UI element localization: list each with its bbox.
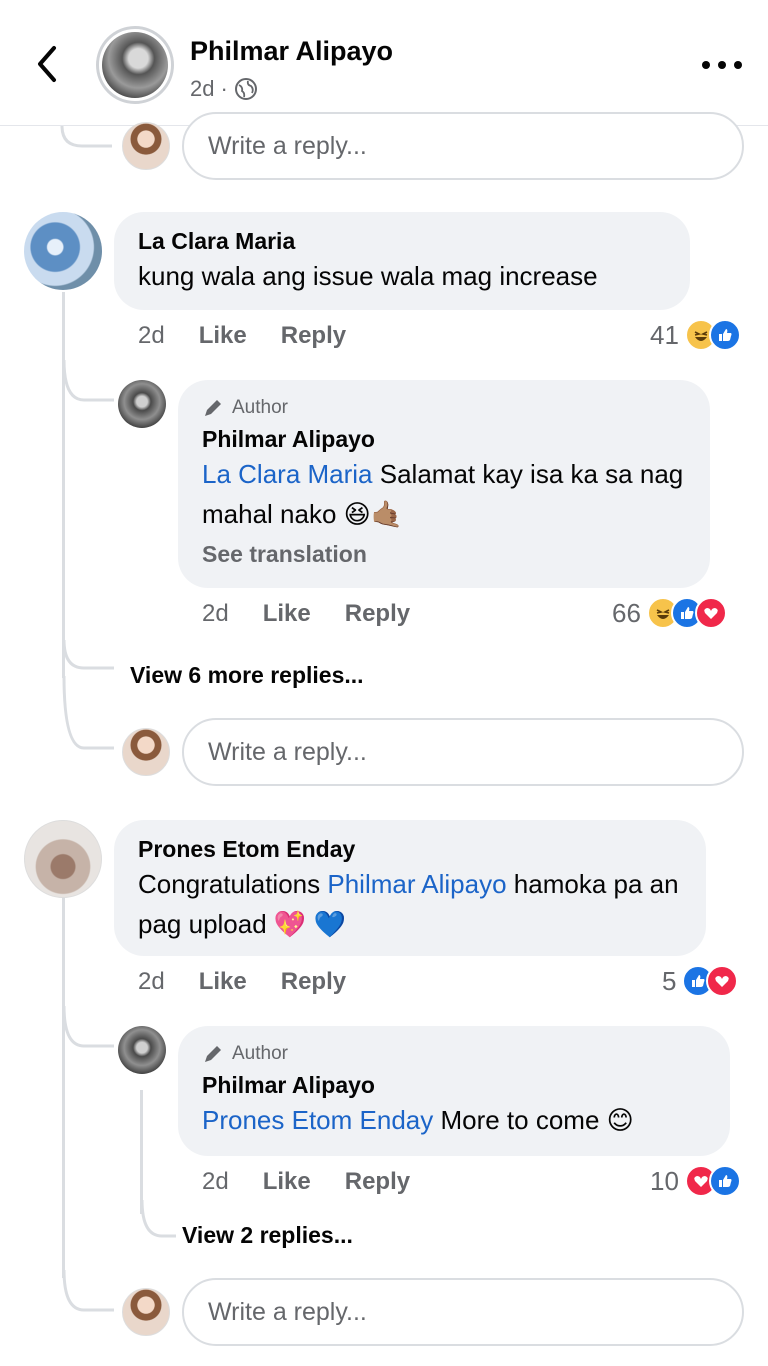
thread-connector [62, 1270, 114, 1312]
author-avatar[interactable] [96, 26, 174, 104]
reply-time: 2d [202, 600, 229, 627]
comment-actions: 2d Like Reply [138, 322, 346, 350]
reply-text-body: More to come [440, 1105, 600, 1135]
comment-bubble[interactable]: Prones Etom Enday Congratulations Philma… [114, 820, 706, 956]
reply-emoji: 😆🤙🏽 [343, 499, 404, 529]
thread-line [62, 292, 65, 678]
post-time: 2d [190, 76, 215, 101]
reply-input[interactable]: Write a reply... [182, 718, 744, 786]
reply-actions: 2d Like Reply [202, 1168, 410, 1196]
view-more-replies-link[interactable]: View 6 more replies... [130, 662, 364, 689]
like-button[interactable]: Like [263, 600, 311, 628]
reply-button[interactable]: Reply [281, 322, 346, 350]
author-name[interactable]: Philmar Alipayo [190, 36, 393, 67]
reaction-summary[interactable]: 66 [612, 596, 727, 630]
comment-author[interactable]: La Clara Maria [138, 226, 666, 256]
view-replies-link[interactable]: View 2 replies... [182, 1222, 353, 1249]
reaction-summary[interactable]: 41 [650, 318, 741, 352]
like-button[interactable]: Like [199, 968, 247, 996]
comment-bubble[interactable]: La Clara Maria kung wala ang issue wala … [114, 212, 690, 310]
reaction-count: 10 [650, 1165, 679, 1196]
more-options-icon[interactable] [700, 58, 744, 72]
meta-separator: · [220, 76, 228, 101]
comment-time: 2d [138, 968, 165, 995]
reaction-count: 5 [662, 965, 677, 996]
my-avatar [122, 122, 170, 170]
thread-line [140, 1090, 143, 1214]
thread-connector [62, 360, 114, 402]
thread-connector [62, 676, 114, 750]
globe-icon [234, 78, 257, 100]
pencil-icon [205, 400, 221, 416]
comment-author[interactable]: Prones Etom Enday [138, 834, 682, 864]
reply-author[interactable]: Philmar Alipayo [202, 424, 686, 454]
thread-line [62, 898, 65, 1278]
thread-connector [62, 640, 114, 670]
reply-text: Prones Etom Enday More to come 😊 [202, 1100, 706, 1140]
reply-text: La Clara Maria Salamat kay isa ka sa nag… [202, 454, 686, 534]
reaction-summary[interactable]: 10 [650, 1164, 741, 1198]
reply-button[interactable]: Reply [345, 1168, 410, 1196]
author-badge: Author [202, 1040, 706, 1068]
like-button[interactable]: Like [199, 322, 247, 350]
reaction-count: 66 [612, 597, 641, 628]
reply-time: 2d [202, 1168, 229, 1195]
reply-author[interactable]: Philmar Alipayo [202, 1070, 706, 1100]
reply-button[interactable]: Reply [345, 600, 410, 628]
post-header: Philmar Alipayo 2d · [0, 0, 768, 126]
thread-connector [140, 1200, 176, 1238]
comment-text: Congratulations Philmar Alipayo hamoka p… [138, 864, 682, 944]
reply-placeholder: Write a reply... [208, 131, 367, 160]
comment-text-start: Congratulations [138, 869, 321, 899]
back-arrow-icon[interactable] [28, 40, 68, 88]
my-avatar [122, 728, 170, 776]
reply-actions: 2d Like Reply [202, 600, 410, 628]
thread-connector [62, 1006, 114, 1048]
comment-time: 2d [138, 322, 165, 349]
reply-button[interactable]: Reply [281, 968, 346, 996]
author-badge-label: Author [232, 397, 288, 418]
commenter-avatar[interactable] [24, 212, 102, 290]
mention-link[interactable]: Philmar Alipayo [327, 869, 506, 899]
reply-placeholder: Write a reply... [208, 1297, 367, 1326]
reaction-count: 41 [650, 319, 679, 350]
mention-link[interactable]: La Clara Maria [202, 459, 373, 489]
my-avatar [122, 1288, 170, 1336]
reply-author-avatar[interactable] [118, 1026, 166, 1074]
reply-bubble[interactable]: Author Philmar Alipayo La Clara Maria Sa… [178, 380, 710, 588]
like-icon [708, 319, 741, 351]
comment-text: kung wala ang issue wala mag increase [138, 261, 598, 291]
post-meta: 2d · [190, 76, 258, 102]
comment-emoji: 💖 💙 [273, 909, 346, 939]
comment-actions: 2d Like Reply [138, 968, 346, 996]
reply-placeholder: Write a reply... [208, 737, 367, 766]
like-icon [708, 1165, 741, 1197]
love-icon [706, 965, 739, 997]
reaction-summary[interactable]: 5 [662, 964, 739, 998]
reply-author-avatar[interactable] [118, 380, 166, 428]
author-badge: Author [202, 394, 686, 422]
author-badge-label: Author [232, 1043, 288, 1064]
commenter-avatar[interactable] [24, 820, 102, 898]
see-translation-link[interactable]: See translation [202, 536, 686, 572]
reply-input[interactable]: Write a reply... [182, 112, 744, 180]
thread-connector [60, 126, 112, 148]
pencil-icon [205, 1046, 221, 1062]
reply-bubble[interactable]: Author Philmar Alipayo Prones Etom Enday… [178, 1026, 730, 1156]
love-icon [694, 597, 727, 629]
reply-emoji: 😊 [606, 1105, 634, 1135]
reply-input[interactable]: Write a reply... [182, 1278, 744, 1346]
mention-link[interactable]: Prones Etom Enday [202, 1105, 433, 1135]
like-button[interactable]: Like [263, 1168, 311, 1196]
